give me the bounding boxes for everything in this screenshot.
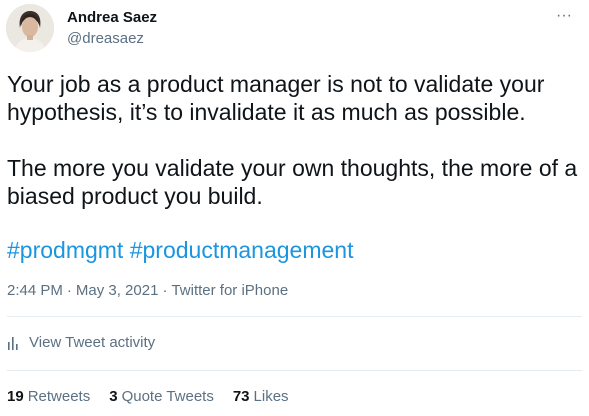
meta-separator: · bbox=[162, 282, 168, 299]
likes-stat[interactable]: 73 Likes bbox=[233, 388, 289, 405]
more-options-button[interactable]: ··· bbox=[549, 6, 579, 26]
avatar[interactable] bbox=[6, 4, 54, 52]
retweets-label: Retweets bbox=[27, 388, 91, 405]
hashtag-link[interactable]: #prodmgmt bbox=[7, 237, 123, 263]
tweet-text: Your job as a product manager is not to … bbox=[7, 70, 582, 210]
hashtags: #prodmgmt #productmanagement bbox=[7, 236, 353, 264]
retweets-count: 19 bbox=[7, 388, 24, 405]
quote-tweets-label: Quote Tweets bbox=[121, 388, 214, 405]
more-icon: ··· bbox=[556, 7, 572, 24]
tweet-date[interactable]: May 3, 2021 bbox=[76, 282, 159, 299]
hashtag-link[interactable]: #productmanagement bbox=[130, 237, 354, 263]
view-tweet-activity-button[interactable]: View Tweet activity bbox=[7, 334, 155, 351]
author-name[interactable]: Andrea Saez bbox=[67, 9, 157, 26]
likes-label: Likes bbox=[253, 388, 289, 405]
author-handle[interactable]: @dreasaez bbox=[67, 30, 144, 47]
bar-chart-icon bbox=[8, 336, 18, 350]
quote-tweets-stat[interactable]: 3 Quote Tweets bbox=[109, 388, 214, 405]
likes-count: 73 bbox=[232, 388, 250, 405]
divider bbox=[7, 370, 582, 371]
avatar-image bbox=[6, 4, 54, 52]
divider bbox=[7, 316, 582, 317]
retweets-stat[interactable]: 19 Retweets bbox=[7, 388, 90, 405]
meta-separator: · bbox=[66, 282, 72, 299]
tweet-paragraph: Your job as a product manager is not to … bbox=[7, 71, 545, 125]
tweet-source[interactable]: Twitter for iPhone bbox=[171, 282, 288, 299]
view-tweet-activity-label: View Tweet activity bbox=[29, 334, 156, 351]
tweet-stats: 19 Retweets 3 Quote Tweets 73 Likes bbox=[7, 388, 308, 405]
quote-tweets-count: 3 bbox=[109, 388, 118, 405]
tweet-meta: 2:44 PM · May 3, 2021 · Twitter for iPhone bbox=[7, 282, 288, 299]
tweet: Andrea Saez @dreasaez ··· Your job as a … bbox=[0, 0, 589, 416]
tweet-paragraph: The more you validate your own thoughts,… bbox=[7, 155, 578, 209]
tweet-time[interactable]: 2:44 PM bbox=[7, 282, 63, 299]
